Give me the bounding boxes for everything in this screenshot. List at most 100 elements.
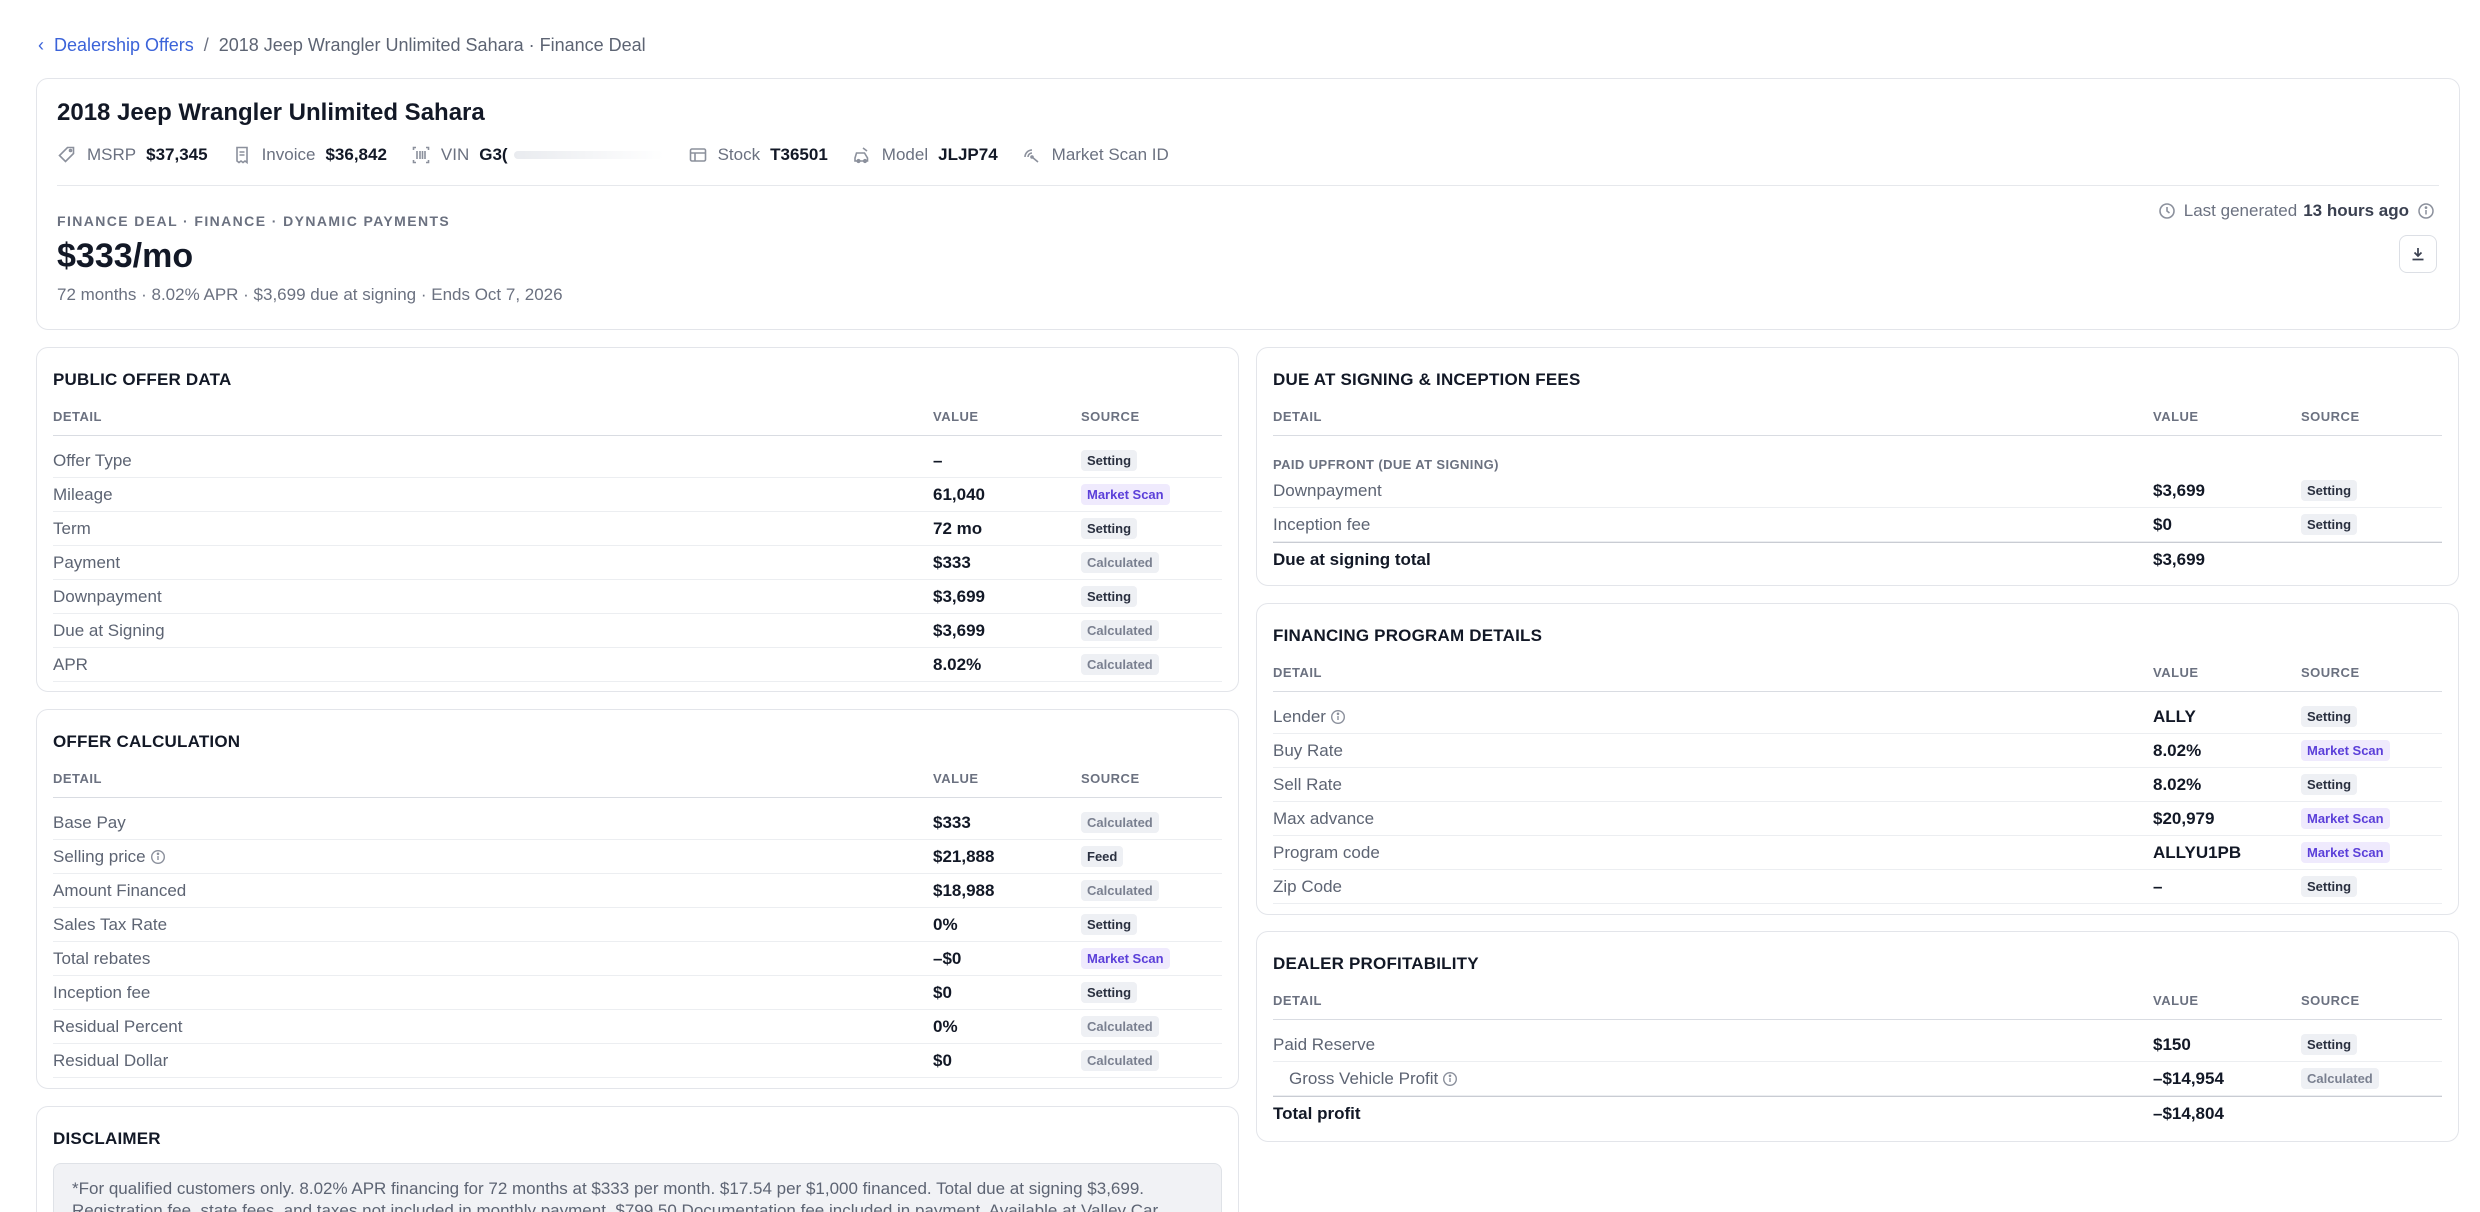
- row-detail: Sales Tax Rate: [53, 915, 933, 935]
- dealer-profitability-title: DEALER PROFITABILITY: [1273, 954, 1479, 973]
- row-source: Setting: [1081, 914, 1222, 935]
- info-icon[interactable]: [150, 849, 166, 865]
- source-badge: Market Scan: [2301, 842, 2390, 863]
- model-value: JLJP74: [938, 145, 998, 164]
- vehicle-specs: MSRP $37,345 Invoice $36,842 VIN G3( Sto…: [57, 141, 1203, 169]
- row-value: $3,699: [2153, 480, 2205, 500]
- row-value: –$0: [933, 948, 962, 968]
- row-value: $3,699: [933, 620, 985, 640]
- row-detail-label: Lender: [1273, 706, 1326, 726]
- last-generated-value: 13 hours ago: [2303, 201, 2409, 220]
- row-source: Setting: [1081, 586, 1222, 607]
- offer-calculation-card: OFFER CALCULATION DETAIL VALUE SOURCE Ba…: [36, 709, 1239, 1089]
- source-badge: Calculated: [1081, 812, 1159, 833]
- row-detail-label: Downpayment: [1273, 480, 1382, 500]
- col-value: VALUE: [933, 409, 979, 424]
- row-detail: Sell Rate: [1273, 775, 2153, 795]
- row-detail: Residual Dollar: [53, 1051, 933, 1071]
- col-source: SOURCE: [2301, 993, 2360, 1008]
- row-detail: Total rebates: [53, 949, 933, 969]
- info-icon[interactable]: [2417, 202, 2435, 220]
- table-header: DETAIL VALUE SOURCE: [53, 398, 1222, 436]
- total-profit-row: Total profit –$14,804: [1273, 1096, 2442, 1130]
- msrp-label: MSRP: [87, 145, 137, 164]
- download-button[interactable]: [2399, 235, 2437, 273]
- row-value: 61,040: [933, 484, 985, 504]
- row-detail: Inception fee: [53, 983, 933, 1003]
- table-header: DETAIL VALUE SOURCE: [1273, 398, 2442, 436]
- car-icon: [852, 145, 872, 165]
- row-detail-label: Total rebates: [53, 948, 151, 968]
- spec-stock: Stock T36501: [688, 145, 828, 165]
- disclaimer-title: DISCLAIMER: [53, 1129, 161, 1148]
- spec-model: Model JLJP74: [852, 145, 998, 165]
- row-value: $0: [2153, 514, 2172, 534]
- row-source: Setting: [2301, 774, 2442, 795]
- row-detail: Gross Vehicle Profit: [1273, 1069, 2153, 1089]
- table-row: Gross Vehicle Profit –$14,954 Calculated: [1273, 1062, 2442, 1096]
- table-row: Downpayment $3,699 Setting: [1273, 474, 2442, 508]
- table-row: Inception fee $0 Setting: [53, 976, 1222, 1010]
- chevron-left-icon[interactable]: ‹: [38, 35, 44, 56]
- source-badge: Calculated: [1081, 1016, 1159, 1037]
- row-detail-label: Residual Dollar: [53, 1050, 169, 1070]
- row-detail-label: Max advance: [1273, 808, 1375, 828]
- row-detail: Selling price: [53, 847, 933, 867]
- market-scan-id-label: Market Scan ID: [1051, 145, 1169, 164]
- table-header: DETAIL VALUE SOURCE: [53, 760, 1222, 798]
- dealer-profitability-card: DEALER PROFITABILITY DETAIL VALUE SOURCE…: [1256, 931, 2459, 1142]
- row-detail: Mileage: [53, 485, 933, 505]
- col-value: VALUE: [933, 771, 979, 786]
- row-detail: Inception fee: [1273, 515, 2153, 535]
- row-detail: Paid Reserve: [1273, 1035, 2153, 1055]
- row-source: Setting: [1081, 518, 1222, 539]
- row-value: 0%: [933, 914, 958, 934]
- source-badge: Market Scan: [2301, 740, 2390, 761]
- source-badge: Feed: [1081, 846, 1124, 867]
- source-badge: Calculated: [1081, 620, 1159, 641]
- table-row: Residual Dollar $0 Calculated: [53, 1044, 1222, 1078]
- table-row: Sales Tax Rate 0% Setting: [53, 908, 1222, 942]
- source-badge: Setting: [2301, 774, 2358, 795]
- vin-redacted-fade: [513, 151, 664, 159]
- row-source: Market Scan: [1081, 484, 1222, 505]
- info-icon[interactable]: [1330, 709, 1346, 725]
- source-badge: Setting: [2301, 480, 2358, 501]
- row-source: Market Scan: [2301, 842, 2442, 863]
- clock-icon: [2158, 202, 2176, 220]
- source-badge: Calculated: [2301, 1068, 2379, 1089]
- row-detail-label: Downpayment: [53, 586, 162, 606]
- public-offer-data-card: PUBLIC OFFER DATA DETAIL VALUE SOURCE Of…: [36, 347, 1239, 692]
- public-offer-data-title: PUBLIC OFFER DATA: [53, 370, 232, 389]
- row-detail: APR: [53, 655, 933, 675]
- row-source: Calculated: [1081, 1050, 1222, 1071]
- col-source: SOURCE: [1081, 409, 1140, 424]
- col-source: SOURCE: [2301, 409, 2360, 424]
- col-source: SOURCE: [2301, 665, 2360, 680]
- source-badge: Setting: [2301, 706, 2358, 727]
- row-value: 8.02%: [2153, 774, 2202, 794]
- source-badge: Setting: [1081, 450, 1138, 471]
- info-icon[interactable]: [1442, 1071, 1458, 1087]
- disclaimer-text: *For qualified customers only. 8.02% APR…: [53, 1163, 1222, 1212]
- receipt-icon: [232, 145, 252, 165]
- row-detail-label: Buy Rate: [1273, 740, 1343, 760]
- row-value: $0: [933, 1050, 952, 1070]
- total-value: –$14,804: [2153, 1103, 2224, 1123]
- row-detail-label: Due at Signing: [53, 620, 165, 640]
- breadcrumb-current: 2018 Jeep Wrangler Unlimited Sahara · Fi…: [218, 34, 646, 55]
- row-source: Calculated: [1081, 552, 1222, 573]
- row-value: $18,988: [933, 880, 995, 900]
- table-row: Max advance $20,979 Market Scan: [1273, 802, 2442, 836]
- row-detail: Downpayment: [53, 587, 933, 607]
- row-detail-label: APR: [53, 654, 88, 674]
- row-source: Market Scan: [1081, 948, 1222, 969]
- table-row: Inception fee $0 Setting: [1273, 508, 2442, 542]
- source-badge: Setting: [1081, 914, 1138, 935]
- row-source: Setting: [1081, 450, 1222, 471]
- breadcrumb-dealership-offers-link[interactable]: Dealership Offers: [54, 35, 194, 56]
- col-value: VALUE: [2153, 993, 2199, 1008]
- row-value: ALLY: [2153, 706, 2196, 726]
- spec-market-scan-id: Market Scan ID: [1022, 145, 1179, 165]
- download-icon: [2409, 245, 2427, 263]
